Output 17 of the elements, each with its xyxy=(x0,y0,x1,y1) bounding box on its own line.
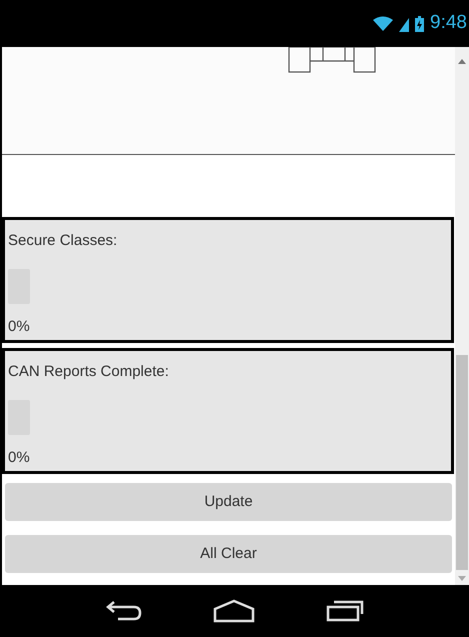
percent-text: 0% xyxy=(8,316,31,336)
back-icon[interactable] xyxy=(106,600,142,622)
panel-label: Secure Classes: xyxy=(8,231,118,251)
action-button[interactable]: Update xyxy=(5,483,452,521)
scroll-down-icon[interactable] xyxy=(458,576,466,581)
signal-icon xyxy=(399,16,410,32)
scrollbar[interactable] xyxy=(455,47,469,585)
wifi-icon xyxy=(373,16,394,32)
percent-text: 0% xyxy=(8,448,31,468)
recent-apps-icon[interactable] xyxy=(326,600,364,622)
scroll-up-icon[interactable] xyxy=(458,59,466,64)
home-icon[interactable] xyxy=(212,599,254,623)
clock-text: 9:48 xyxy=(430,11,467,36)
scroll-thumb[interactable] xyxy=(456,355,468,570)
panel-label: CAN Reports Complete: xyxy=(8,362,170,382)
action-button[interactable]: All Clear xyxy=(5,535,452,573)
battery-icon xyxy=(415,16,424,32)
